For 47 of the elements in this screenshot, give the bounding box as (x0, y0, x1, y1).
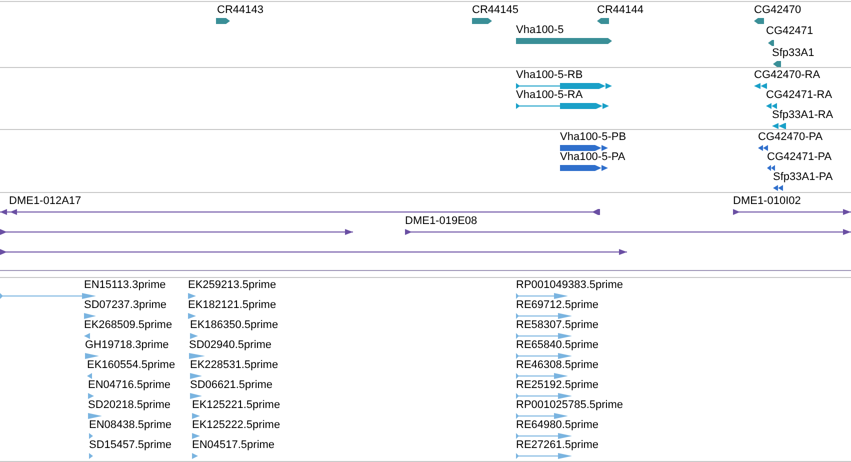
feature-label: Sfp33A1-PA (773, 171, 833, 184)
feature-label: SD06621.5prime (190, 379, 273, 392)
feature-label: CG42470-RA (754, 69, 820, 82)
feature-label: CG42470-PA (758, 131, 823, 144)
feature-label: CG42471-PA (767, 151, 832, 164)
feature-label: SD20218.5prime (88, 399, 171, 412)
feature-label: CR44144 (597, 4, 644, 17)
feature-label: EN04517.5prime (192, 439, 275, 452)
feature-label: EK182121.5prime (188, 299, 276, 312)
feature-label: EN15113.3prime (84, 279, 166, 292)
feature-label: RE25192.5prime (516, 379, 599, 392)
feature-label: EK186350.5prime (190, 319, 278, 332)
feature-label: DME1-019E08 (405, 215, 478, 228)
feature-label: Vha100-5-PA (560, 151, 626, 164)
feature-label: CR44145 (472, 4, 518, 17)
feature-label: Vha100-5 (516, 24, 564, 37)
feature-label: Vha100-5-RA (516, 89, 583, 102)
feature-label: EK160554.5prime (87, 359, 176, 372)
feature-label: CG42471 (766, 25, 814, 38)
feature-label: EN04716.5prime (88, 379, 171, 392)
feature-label: Vha100-5-PB (560, 131, 626, 144)
feature-label: SD02940.5prime (189, 339, 272, 352)
feature-label: EN08438.5prime (89, 419, 172, 432)
feature-label: CG42470 (754, 4, 802, 17)
feature-label: EK259213.5prime (188, 279, 276, 292)
feature-label: Vha100-5-RB (516, 69, 583, 82)
feature-label: RE58307.5prime (516, 319, 599, 332)
feature-label: RE64980.5prime (516, 419, 599, 432)
feature-label: SD15457.5prime (89, 439, 172, 452)
feature-label: RE27261.5prime (516, 439, 599, 452)
feature-label: CG42471-RA (766, 89, 832, 102)
feature-label: Sfp33A1-RA (772, 109, 834, 122)
feature-label: DME1-010I02 (733, 195, 801, 208)
feature-label: RP001025785.5prime (516, 399, 624, 412)
feature-label: Sfp33A1 (772, 47, 814, 60)
feature-label: DME1-012A17 (9, 195, 82, 208)
feature-label: SD07237.3prime (84, 299, 167, 312)
feature-label: EK125222.5prime (192, 419, 280, 432)
feature-label: EK268509.5prime (84, 319, 172, 332)
feature-label: RE69712.5prime (516, 299, 599, 312)
feature-label: GH19718.3prime (85, 339, 169, 352)
feature-label: RE65840.5prime (516, 339, 599, 352)
feature-label: EK228531.5prime (190, 359, 278, 372)
feature-label: RE46308.5prime (516, 359, 599, 372)
feature-label: CR44143 (217, 4, 264, 17)
feature-label: EK125221.5prime (192, 399, 280, 412)
feature-label: RP001049383.5prime (516, 279, 624, 292)
